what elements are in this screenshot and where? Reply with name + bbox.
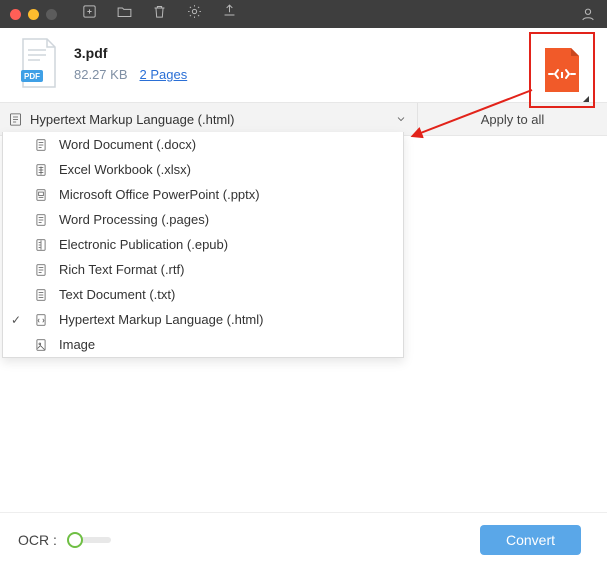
check-icon: ✓ [9,313,23,327]
minimize-window-button[interactable] [28,9,39,20]
filetype-icon [33,163,49,177]
format-option-label: Rich Text Format (.rtf) [59,262,393,277]
pdf-file-icon: PDF [18,38,60,88]
format-type-icon [0,112,30,127]
format-option-txt[interactable]: Text Document (.txt) [3,282,403,307]
format-option-image[interactable]: Image [3,332,403,357]
ocr-label: OCR : [18,532,57,548]
format-option-docx[interactable]: Word Document (.docx) [3,132,403,157]
export-icon[interactable] [221,3,238,25]
format-option-label: Microsoft Office PowerPoint (.pptx) [59,187,393,202]
format-option-rtf[interactable]: Rich Text Format (.rtf) [3,257,403,282]
format-option-label: Excel Workbook (.xlsx) [59,162,393,177]
format-option-pages[interactable]: Word Processing (.pages) [3,207,403,232]
format-option-label: Text Document (.txt) [59,287,393,302]
add-folder-icon[interactable] [116,3,133,25]
format-option-label: Image [59,337,393,352]
window-controls [10,9,57,20]
format-option-pptx[interactable]: Microsoft Office PowerPoint (.pptx) [3,182,403,207]
chevron-down-icon [385,113,417,125]
format-option-epub[interactable]: Electronic Publication (.epub) [3,232,403,257]
format-dropdown: Word Document (.docx) Excel Workbook (.x… [2,132,404,358]
footer: OCR : Convert [0,512,607,567]
filetype-icon [33,338,49,352]
format-bar: Hypertext Markup Language (.html) Apply … [0,102,607,136]
convert-button[interactable]: Convert [480,525,581,555]
filetype-icon [33,188,49,202]
filetype-icon [33,313,49,327]
zoom-window-button[interactable] [46,9,57,20]
filetype-icon [33,138,49,152]
format-option-label: Electronic Publication (.epub) [59,237,393,252]
filetype-icon [33,263,49,277]
format-select[interactable]: Hypertext Markup Language (.html) [0,103,418,135]
format-option-label: Word Processing (.pages) [59,212,393,227]
delete-icon[interactable] [151,3,168,25]
file-row: PDF 3.pdf 82.27 KB 2 Pages [0,28,607,102]
add-file-icon[interactable] [81,3,98,25]
format-select-label: Hypertext Markup Language (.html) [30,112,385,127]
svg-text:PDF: PDF [24,72,40,81]
ocr-toggle[interactable] [67,532,113,548]
output-format-preview[interactable] [529,32,595,108]
format-option-label: Word Document (.docx) [59,137,393,152]
page-count-link[interactable]: 2 Pages [140,67,188,82]
format-option-label: Hypertext Markup Language (.html) [59,312,393,327]
titlebar [0,0,607,28]
dropdown-corner-icon [583,96,589,102]
file-meta: 3.pdf 82.27 KB 2 Pages [74,45,187,82]
account-icon[interactable] [579,5,597,28]
filetype-icon [33,213,49,227]
format-option-xlsx[interactable]: Excel Workbook (.xlsx) [3,157,403,182]
apply-to-all-button[interactable]: Apply to all [418,112,607,127]
format-option-html[interactable]: ✓ Hypertext Markup Language (.html) [3,307,403,332]
file-name: 3.pdf [74,45,187,61]
file-size: 82.27 KB [74,67,128,82]
ocr-control: OCR : [18,532,113,548]
close-window-button[interactable] [10,9,21,20]
toolbar-icons [81,3,238,25]
filetype-icon [33,238,49,252]
toggle-knob [67,532,83,548]
settings-icon[interactable] [186,3,203,25]
filetype-icon [33,288,49,302]
